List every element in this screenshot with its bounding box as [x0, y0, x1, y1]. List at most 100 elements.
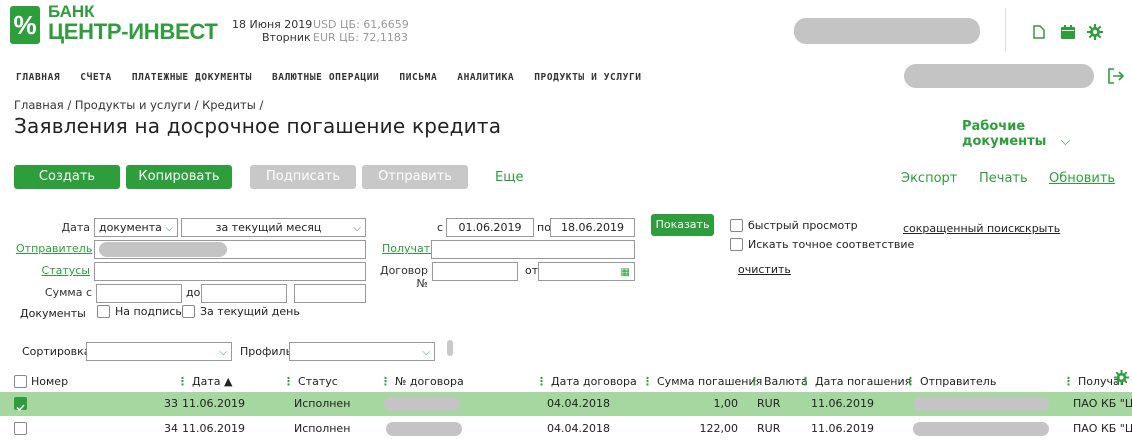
- to-sign-checkbox[interactable]: [97, 305, 110, 318]
- sort-select[interactable]: ⌵: [86, 342, 232, 361]
- sender-redacted: [913, 422, 1049, 436]
- header-repay-date[interactable]: ⋮ Дата погашения: [800, 374, 911, 390]
- row-checkbox[interactable]: [14, 397, 27, 412]
- date-from-input[interactable]: 01.06.2019: [446, 218, 534, 237]
- create-button[interactable]: Создать: [14, 165, 120, 189]
- search-field-redacted[interactable]: [904, 64, 1094, 88]
- to-label: по: [537, 221, 551, 234]
- chevron-down-icon: ⌵: [1060, 134, 1071, 149]
- page-title: Заявления на досрочное погашение кредита: [14, 114, 502, 138]
- contract-no-input[interactable]: [432, 262, 518, 281]
- date-type-select[interactable]: документа ⌵: [94, 218, 178, 237]
- current-weekday: Вторник: [262, 31, 311, 44]
- cell-number: 33: [164, 397, 178, 410]
- amount-from-input[interactable]: [96, 284, 182, 303]
- cell-amount: 1,00: [713, 397, 739, 410]
- working-documents-dropdown[interactable]: Рабочие документы ⌵: [962, 119, 1132, 149]
- profile-handle[interactable]: [447, 340, 453, 356]
- header-number[interactable]: Номер: [31, 374, 68, 390]
- user-account-redacted: [794, 18, 980, 44]
- cell-receiver: ПАО КБ "ЦЕ: [1073, 422, 1132, 435]
- cell-number: 34: [164, 422, 178, 435]
- nav-products[interactable]: ПРОДУКТЫ И УСЛУГИ: [534, 72, 641, 83]
- cell-status: Исполнен: [294, 422, 351, 435]
- exact-match-checkbox[interactable]: [730, 238, 743, 251]
- gear-icon[interactable]: [1087, 24, 1103, 40]
- to-sign-label: На подпись: [115, 305, 182, 318]
- logout-icon[interactable]: [1108, 68, 1124, 84]
- row-checkbox[interactable]: [14, 422, 27, 435]
- chevron-down-icon: ⌵: [219, 347, 227, 358]
- amount-extra-input[interactable]: [294, 284, 366, 303]
- statuses-input[interactable]: [94, 262, 366, 281]
- cell-repay-date: 11.06.2019: [811, 422, 874, 435]
- sender-redacted: [99, 242, 227, 257]
- send-button[interactable]: Отправить: [362, 165, 468, 189]
- amount-to-input[interactable]: [201, 284, 287, 303]
- logo-text-name: ЦЕНТР-ИНВЕСТ: [48, 19, 218, 44]
- sender-link[interactable]: Отправитель: [16, 242, 92, 255]
- chevron-down-icon: ⌵: [165, 223, 173, 234]
- refresh-link[interactable]: Обновить: [1049, 171, 1115, 186]
- eur-rate: EUR ЦБ: 72,1183: [313, 31, 408, 44]
- cell-receiver: ПАО КБ "ЦЕ: [1073, 397, 1132, 410]
- select-all-checkbox[interactable]: [14, 375, 27, 388]
- amount-from-label: Сумма с: [44, 286, 92, 299]
- period-select[interactable]: за текущий месяц ⌵: [181, 218, 366, 237]
- header-sender[interactable]: ⋮ Отправитель: [905, 374, 996, 390]
- contract-no-redacted: [386, 422, 462, 436]
- header-date[interactable]: ⋮ Дата ▲: [177, 374, 232, 390]
- header-amount[interactable]: ⋮ Сумма погашения: [642, 374, 762, 390]
- current-date: 18 Июня 2019: [232, 18, 313, 31]
- date-to-input[interactable]: 18.06.2019: [550, 218, 635, 237]
- contract-from-label: от: [525, 264, 539, 277]
- header-contract-no[interactable]: ⋮ № договора: [380, 374, 464, 390]
- main-nav: ГЛАВНАЯ СЧЕТА ПЛАТЕЖНЫЕ ДОКУМЕНТЫ ВАЛЮТН…: [16, 72, 662, 83]
- nav-payments[interactable]: ПЛАТЕЖНЫЕ ДОКУМЕНТЫ: [132, 72, 252, 83]
- export-link[interactable]: Экспорт: [901, 171, 957, 186]
- breadcrumb[interactable]: Главная / Продукты и услуги / Кредиты /: [14, 98, 263, 112]
- nav-currency[interactable]: ВАЛЮТНЫЕ ОПЕРАЦИИ: [272, 72, 379, 83]
- quick-view-label: быстрый просмотр: [748, 219, 858, 232]
- nav-main[interactable]: ГЛАВНАЯ: [16, 72, 60, 83]
- document-icon[interactable]: [1033, 25, 1045, 39]
- sign-button[interactable]: Подписать: [250, 165, 356, 189]
- calendar-icon[interactable]: ▦: [621, 264, 630, 281]
- today-checkbox[interactable]: [182, 305, 195, 318]
- nav-letters[interactable]: ПИСЬМА: [399, 72, 437, 83]
- contract-no-label: Договор №: [379, 264, 428, 290]
- header-divider: [1005, 8, 1006, 52]
- nav-analytics[interactable]: АНАЛИТИКА: [457, 72, 514, 83]
- from-label: с: [437, 221, 444, 234]
- cell-repay-date: 11.06.2019: [811, 397, 874, 410]
- sort-label: Сортировка: [22, 345, 91, 358]
- cell-currency: RUR: [757, 397, 781, 410]
- nav-accounts[interactable]: СЧЕТА: [80, 72, 112, 83]
- clear-link[interactable]: очистить: [738, 263, 791, 276]
- hide-link[interactable]: скрыть: [1019, 222, 1060, 235]
- copy-button[interactable]: Копировать: [126, 165, 232, 189]
- statuses-link[interactable]: Статусы: [30, 264, 90, 277]
- contract-date-input[interactable]: ▦: [538, 262, 635, 281]
- column-settings-gear-icon[interactable]: [1114, 370, 1129, 385]
- bank-logo-icon[interactable]: %: [10, 6, 40, 44]
- receiver-link[interactable]: Получатель: [382, 242, 450, 255]
- more-link[interactable]: Еще: [495, 170, 523, 185]
- quick-view-checkbox[interactable]: [730, 219, 743, 232]
- show-button[interactable]: Показать: [651, 214, 714, 236]
- contract-no-redacted: [384, 397, 460, 411]
- calendar-icon[interactable]: [1060, 24, 1076, 40]
- table-row[interactable]: 33 11.06.2019 Исполнен 04.04.2018 1,00 R…: [0, 392, 1132, 416]
- receiver-input[interactable]: [431, 240, 635, 259]
- cell-amount: 122,00: [699, 422, 739, 435]
- usd-rate: USD ЦБ: 61,6659: [313, 18, 409, 31]
- short-search-link[interactable]: сокращенный поиск: [903, 222, 1021, 235]
- profile-select[interactable]: ⌵: [289, 342, 435, 361]
- cell-currency: RUR: [757, 422, 781, 435]
- header-contract-date[interactable]: ⋮ Дата договора: [536, 374, 637, 390]
- cell-contract-date: 04.04.2018: [547, 397, 610, 410]
- header-currency[interactable]: ⋮ Валюта: [749, 374, 808, 390]
- header-status[interactable]: ⋮ Статус: [283, 374, 338, 390]
- print-link[interactable]: Печать: [979, 171, 1028, 186]
- table-row[interactable]: 34 11.06.2019 Исполнен 04.04.2018 122,00…: [0, 417, 1132, 441]
